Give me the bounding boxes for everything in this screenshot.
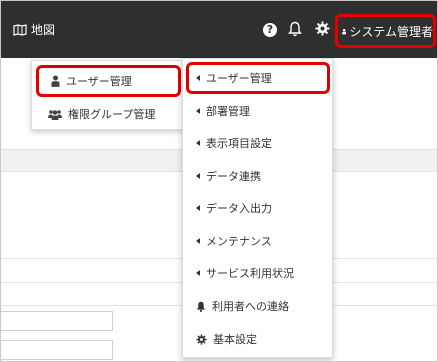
- form-input[interactable]: [1, 311, 113, 331]
- menu-item-permission-group-management[interactable]: 権限グループ管理: [36, 98, 181, 130]
- menu-item-label: 基本設定: [213, 333, 257, 346]
- menu-item-label: ユーザー管理: [206, 72, 272, 85]
- gear-icon: [196, 333, 207, 345]
- menu-item-label: 権限グループ管理: [68, 108, 156, 121]
- user-menu-button[interactable]: システム管理者: [335, 14, 436, 48]
- menu-item-label: データ入出力: [206, 202, 272, 215]
- bell-icon: [196, 301, 206, 312]
- menu-item-user-management[interactable]: ユーザー管理: [186, 62, 330, 94]
- menu-item-label: ユーザー管理: [66, 75, 132, 88]
- menu-item-label: 表示項目設定: [206, 137, 272, 150]
- map-link[interactable]: 地図: [13, 21, 55, 38]
- caret-left-icon: [196, 205, 200, 211]
- user-menu-label: システム管理者: [349, 24, 433, 39]
- users-group-icon: [48, 109, 62, 120]
- menu-item-display-settings[interactable]: 表示項目設定: [186, 127, 330, 159]
- form-input[interactable]: [1, 340, 113, 360]
- user-submenu: ユーザー管理 権限グループ管理: [31, 60, 184, 130]
- help-icon[interactable]: ?: [263, 23, 277, 37]
- map-icon: [13, 23, 27, 36]
- notification-bell-icon[interactable]: [288, 21, 302, 37]
- admin-settings-menu: ユーザー管理 部署管理 表示項目設定 データ連携 データ入出力 メンテナンス サ…: [182, 58, 333, 358]
- app-window: 地図 ? システム管理者 ユーザー管理 権限グループ管理 ユーザー管理 部署管理…: [0, 0, 438, 362]
- settings-gear-icon[interactable]: [315, 21, 330, 36]
- user-icon: [342, 28, 347, 34]
- menu-item-label: サービス利用状況: [206, 267, 294, 280]
- menu-item-label: 利用者への連絡: [212, 300, 289, 313]
- top-navbar: 地図 ? システム管理者: [1, 1, 437, 58]
- menu-item-department-management[interactable]: 部署管理: [186, 95, 330, 127]
- caret-left-icon: [196, 238, 200, 244]
- map-label: 地図: [31, 23, 56, 37]
- caret-left-icon: [196, 173, 200, 179]
- caret-left-icon: [196, 140, 200, 146]
- menu-item-service-usage[interactable]: サービス利用状況: [186, 257, 330, 289]
- menu-item-label: 部署管理: [206, 105, 250, 118]
- menu-item-data-import-export[interactable]: データ入出力: [186, 192, 330, 224]
- menu-item-label: データ連携: [206, 170, 261, 183]
- caret-left-icon: [196, 108, 200, 114]
- user-icon: [51, 75, 60, 87]
- menu-item-maintenance[interactable]: メンテナンス: [186, 225, 330, 257]
- menu-item-basic-settings[interactable]: 基本設定: [186, 323, 330, 355]
- menu-item-label: メンテナンス: [206, 235, 272, 248]
- caret-left-icon: [196, 75, 200, 81]
- caret-left-icon: [196, 270, 200, 276]
- menu-item-user-management[interactable]: ユーザー管理: [36, 65, 181, 97]
- menu-item-data-integration[interactable]: データ連携: [186, 160, 330, 192]
- menu-item-user-notification[interactable]: 利用者への連絡: [186, 290, 330, 322]
